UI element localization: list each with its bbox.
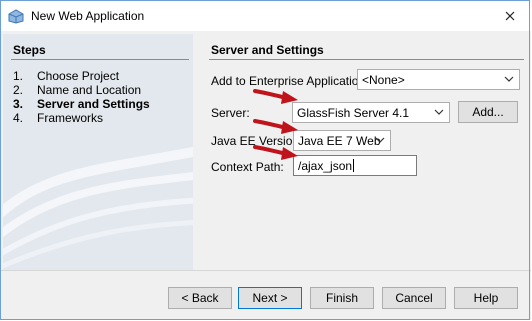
cancel-button[interactable]: Cancel xyxy=(382,287,446,309)
footer-divider xyxy=(1,270,531,271)
chevron-down-icon xyxy=(434,109,444,115)
context-path-label: Context Path: xyxy=(211,160,284,174)
text-caret xyxy=(353,159,355,172)
window-title: New Web Application xyxy=(31,9,145,23)
annotation-arrow-context-path xyxy=(253,145,298,160)
settings-panel: Server and Settings Add to Enterprise Ap… xyxy=(200,34,532,270)
annotation-arrow-java-ee xyxy=(253,119,298,134)
title-bar: New Web Application xyxy=(0,0,532,31)
java-ee-version-value: Java EE 7 Web xyxy=(298,134,381,148)
enterprise-app-select[interactable]: <None> xyxy=(357,69,520,90)
context-path-value: /ajax_json xyxy=(298,159,353,173)
step-number: 2. xyxy=(13,83,24,97)
enterprise-app-value: <None> xyxy=(362,73,405,87)
finish-button[interactable]: Finish xyxy=(310,287,374,309)
add-server-button[interactable]: Add... xyxy=(458,101,518,123)
step-label: Server and Settings xyxy=(37,97,150,111)
server-label: Server: xyxy=(211,106,250,120)
steps-title: Steps xyxy=(13,43,46,57)
chevron-down-icon xyxy=(504,76,514,82)
decorative-wave-graphic xyxy=(3,146,193,269)
close-icon[interactable] xyxy=(500,6,520,26)
chevron-down-icon xyxy=(375,137,385,143)
next-button[interactable]: Next > xyxy=(238,287,302,309)
netbeans-project-icon xyxy=(8,9,24,24)
annotation-arrow-server xyxy=(253,89,298,104)
steps-divider xyxy=(11,59,189,60)
enterprise-app-label: Add to Enterprise Application: xyxy=(211,74,369,88)
java-ee-version-select[interactable]: Java EE 7 Web xyxy=(293,130,391,151)
step-number: 4. xyxy=(13,111,24,125)
step-label: Frameworks xyxy=(37,111,104,125)
server-value: GlassFish Server 4.1 xyxy=(297,106,410,120)
context-path-input[interactable]: /ajax_json xyxy=(293,155,417,176)
help-button[interactable]: Help xyxy=(454,287,518,309)
panel-title: Server and Settings xyxy=(211,43,324,57)
back-button[interactable]: < Back xyxy=(168,287,232,309)
steps-panel: Steps 1. Choose Project 2. Name and Loca… xyxy=(3,34,193,270)
step-number: 3. xyxy=(13,97,24,111)
server-select[interactable]: GlassFish Server 4.1 xyxy=(292,102,450,123)
step-number: 1. xyxy=(13,69,24,83)
panel-divider xyxy=(209,59,524,60)
step-label: Choose Project xyxy=(37,69,120,83)
step-label: Name and Location xyxy=(37,83,142,97)
